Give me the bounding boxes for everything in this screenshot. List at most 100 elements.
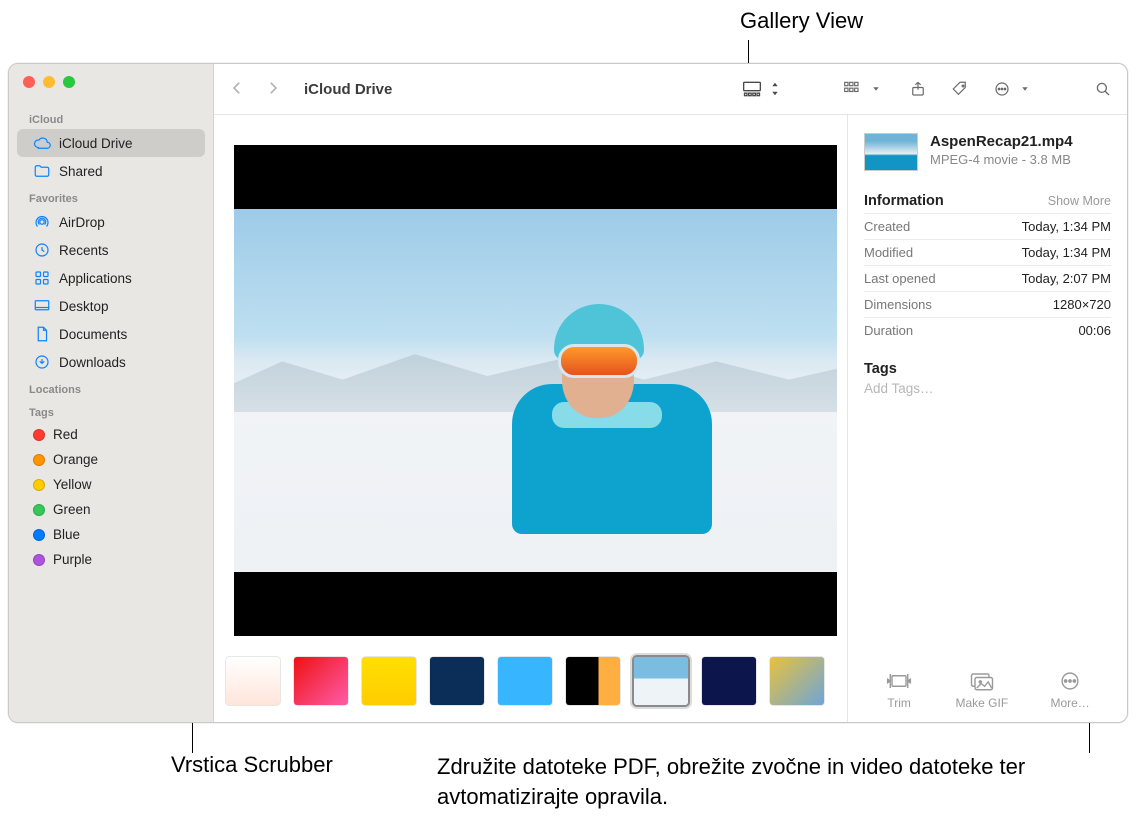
minimize-button[interactable] [43,76,55,88]
cloud-icon [33,134,51,152]
info-row: Duration00:06 [864,317,1111,343]
thumb-1[interactable] [226,657,280,705]
show-more-button[interactable]: Show More [1048,194,1111,208]
thumb-7[interactable] [634,657,688,705]
thumb-6[interactable] [566,657,620,705]
window-controls [9,76,213,106]
info-key: Modified [864,245,913,260]
gallery-view-button[interactable] [742,80,785,98]
preview-frame[interactable] [234,145,837,636]
sidebar-item-label: iCloud Drive [59,136,133,151]
quick-action-label: Trim [887,696,911,710]
thumb-5[interactable] [498,657,552,705]
sidebar-item-label: Recents [59,243,109,258]
sidebar-tag-yellow[interactable]: Yellow [17,472,205,497]
sidebar-item-downloads[interactable]: Downloads [17,348,205,376]
tags-button[interactable] [950,80,970,98]
thumb-2[interactable] [294,657,348,705]
sidebar-item-label: Applications [59,271,132,286]
sidebar-item-label: Red [53,427,78,442]
sidebar-tag-red[interactable]: Red [17,422,205,447]
callout-gallery-view: Gallery View [740,8,863,34]
download-icon [33,353,51,371]
thumb-3[interactable] [362,657,416,705]
info-row: Dimensions1280×720 [864,291,1111,317]
sidebar-tag-purple[interactable]: Purple [17,547,205,572]
sidebar-item-desktop[interactable]: Desktop [17,292,205,320]
quick-action-label: More… [1050,696,1089,710]
more-quick-action-button[interactable]: More… [1050,670,1089,710]
forward-button[interactable] [264,78,282,101]
make-gif-icon [968,670,996,692]
sidebar-item-label: Downloads [59,355,126,370]
sidebar-item-documents[interactable]: Documents [17,320,205,348]
group-button[interactable] [843,80,886,98]
back-button[interactable] [228,78,246,101]
sidebar-tag-green[interactable]: Green [17,497,205,522]
share-button[interactable] [908,80,928,98]
sidebar-item-shared[interactable]: Shared [17,157,205,185]
information-header: Information [864,193,944,209]
tag-dot-icon [33,554,45,566]
desktop-icon [33,297,51,315]
trim-button[interactable]: Trim [885,670,913,710]
callout-scrubber: Vrstica Scrubber [171,752,333,778]
sidebar-item-airdrop[interactable]: AirDrop [17,208,205,236]
info-value: Today, 1:34 PM [1022,245,1111,260]
sidebar-section-locations: Locations [9,376,213,399]
tags-header: Tags [864,361,1111,377]
content-row: AspenRecap21.mp4 MPEG-4 movie - 3.8 MB I… [214,114,1127,722]
add-tags-field[interactable]: Add Tags… [864,381,1111,396]
sidebar-item-label: Purple [53,552,92,567]
tag-dot-icon [33,529,45,541]
file-name: AspenRecap21.mp4 [930,133,1073,150]
file-subtitle: MPEG-4 movie - 3.8 MB [930,152,1073,167]
window-title: iCloud Drive [304,81,734,98]
thumb-9[interactable] [770,657,824,705]
shared-folder-icon [33,162,51,180]
make-gif-button[interactable]: Make GIF [955,670,1008,710]
nav-buttons [228,78,282,101]
info-panel: AspenRecap21.mp4 MPEG-4 movie - 3.8 MB I… [847,115,1127,722]
info-key: Created [864,219,910,234]
clock-icon [33,241,51,259]
sidebar-item-label: Desktop [59,299,109,314]
finder-window: iCloud iCloud Drive Shared Favorites Air… [8,63,1128,723]
close-button[interactable] [23,76,35,88]
main-area: iCloud Drive [214,64,1127,722]
more-actions-button[interactable] [992,80,1035,98]
maximize-button[interactable] [63,76,75,88]
airdrop-icon [33,213,51,231]
sidebar-item-label: Documents [59,327,127,342]
info-row: Created Today, 1:34 PM [864,213,1111,239]
preview-column [214,115,847,722]
preview-image [234,209,837,572]
quick-action-label: Make GIF [955,696,1008,710]
info-value: Today, 1:34 PM [1022,219,1111,234]
sidebar-tag-orange[interactable]: Orange [17,447,205,472]
info-key: Duration [864,323,913,338]
sidebar-item-recents[interactable]: Recents [17,236,205,264]
info-value: 1280×720 [1053,297,1111,312]
callout-quick-actions: Združite datoteke PDF, obrežite zvočne i… [437,752,1097,811]
toolbar: iCloud Drive [214,64,1127,114]
apps-icon [33,269,51,287]
tag-dot-icon [33,429,45,441]
tag-dot-icon [33,479,45,491]
sidebar-section-icloud: iCloud [9,106,213,129]
sidebar-item-label: Blue [53,527,80,542]
sidebar-item-label: Shared [59,164,103,179]
thumb-8[interactable] [702,657,756,705]
sidebar: iCloud iCloud Drive Shared Favorites Air… [9,64,214,722]
info-row: Last openedToday, 2:07 PM [864,265,1111,291]
search-button[interactable] [1093,80,1113,98]
sidebar-item-label: AirDrop [59,215,105,230]
sidebar-item-applications[interactable]: Applications [17,264,205,292]
scrubber-bar[interactable] [214,650,847,722]
sidebar-section-tags: Tags [9,399,213,422]
sidebar-tag-blue[interactable]: Blue [17,522,205,547]
info-value: Today, 2:07 PM [1022,271,1111,286]
sidebar-item-icloud-drive[interactable]: iCloud Drive [17,129,205,157]
thumb-4[interactable] [430,657,484,705]
trim-icon [885,670,913,692]
